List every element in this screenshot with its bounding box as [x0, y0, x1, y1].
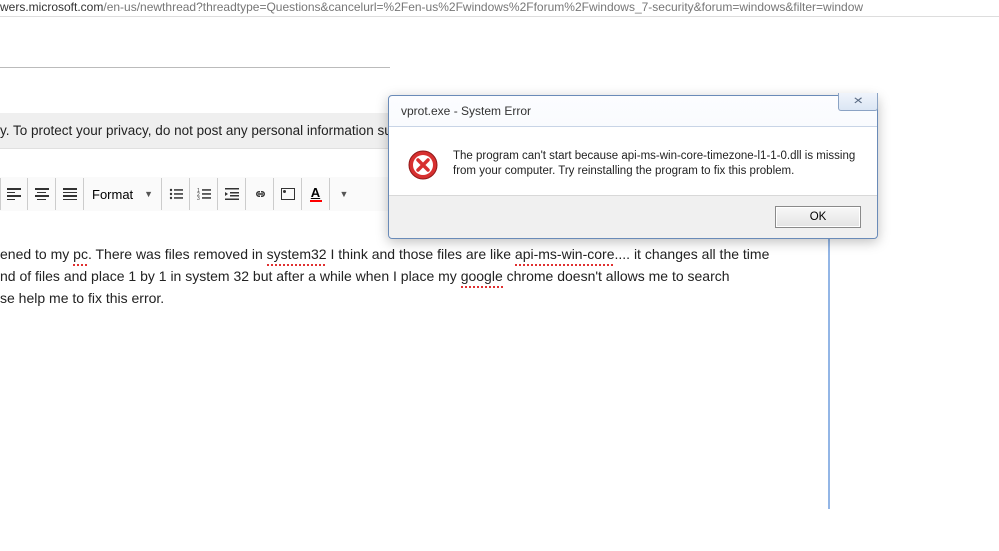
divider [0, 67, 390, 68]
text-color-button[interactable]: A [302, 178, 330, 210]
image-icon [281, 188, 295, 200]
number-list-icon: 123 [197, 188, 211, 200]
editor-toolbar: Format ▼ 123 A ▼ [0, 177, 410, 211]
align-justify-button[interactable] [56, 178, 84, 210]
dialog-footer: OK [389, 195, 877, 238]
indent-button[interactable] [218, 178, 246, 210]
dialog-body: The program can't start because api-ms-w… [389, 126, 877, 195]
ok-button[interactable]: OK [775, 206, 861, 228]
chevron-down-icon: ▼ [340, 189, 349, 199]
dialog-message: The program can't start because api-ms-w… [453, 149, 859, 181]
editor-content: ened to my pc. There was files removed i… [0, 243, 820, 309]
close-icon: ✕ [853, 96, 864, 107]
align-left-icon [7, 188, 21, 200]
format-dropdown[interactable]: Format ▼ [84, 178, 162, 210]
image-button[interactable] [274, 178, 302, 210]
number-list-button[interactable]: 123 [190, 178, 218, 210]
bullet-list-button[interactable] [162, 178, 190, 210]
privacy-banner: y. To protect your privacy, do not post … [0, 113, 410, 149]
error-dialog: ✕ vprot.exe - System Error The program c… [388, 95, 878, 239]
link-icon [253, 187, 267, 201]
url-host: wers.microsoft.com [0, 0, 103, 14]
indent-icon [225, 188, 239, 200]
url-path: /en-us/newthread?threadtype=Questions&ca… [103, 0, 863, 14]
dialog-close-button[interactable]: ✕ [838, 93, 878, 111]
error-icon [407, 149, 439, 181]
chevron-down-icon: ▼ [144, 189, 153, 199]
bullet-list-icon [169, 188, 183, 200]
editor-textarea[interactable]: ened to my pc. There was files removed i… [0, 211, 830, 509]
link-button[interactable] [246, 178, 274, 210]
address-bar[interactable]: wers.microsoft.com/en-us/newthread?threa… [0, 0, 999, 16]
more-button[interactable]: ▼ [330, 178, 358, 210]
svg-text:3: 3 [197, 196, 200, 200]
align-center-icon [35, 188, 49, 200]
align-center-button[interactable] [28, 178, 56, 210]
page-content: y. To protect your privacy, do not post … [0, 17, 999, 509]
align-justify-icon [63, 188, 77, 200]
align-left-button[interactable] [0, 178, 28, 210]
dialog-title: vprot.exe - System Error [389, 96, 877, 126]
text-color-icon: A [310, 187, 322, 202]
